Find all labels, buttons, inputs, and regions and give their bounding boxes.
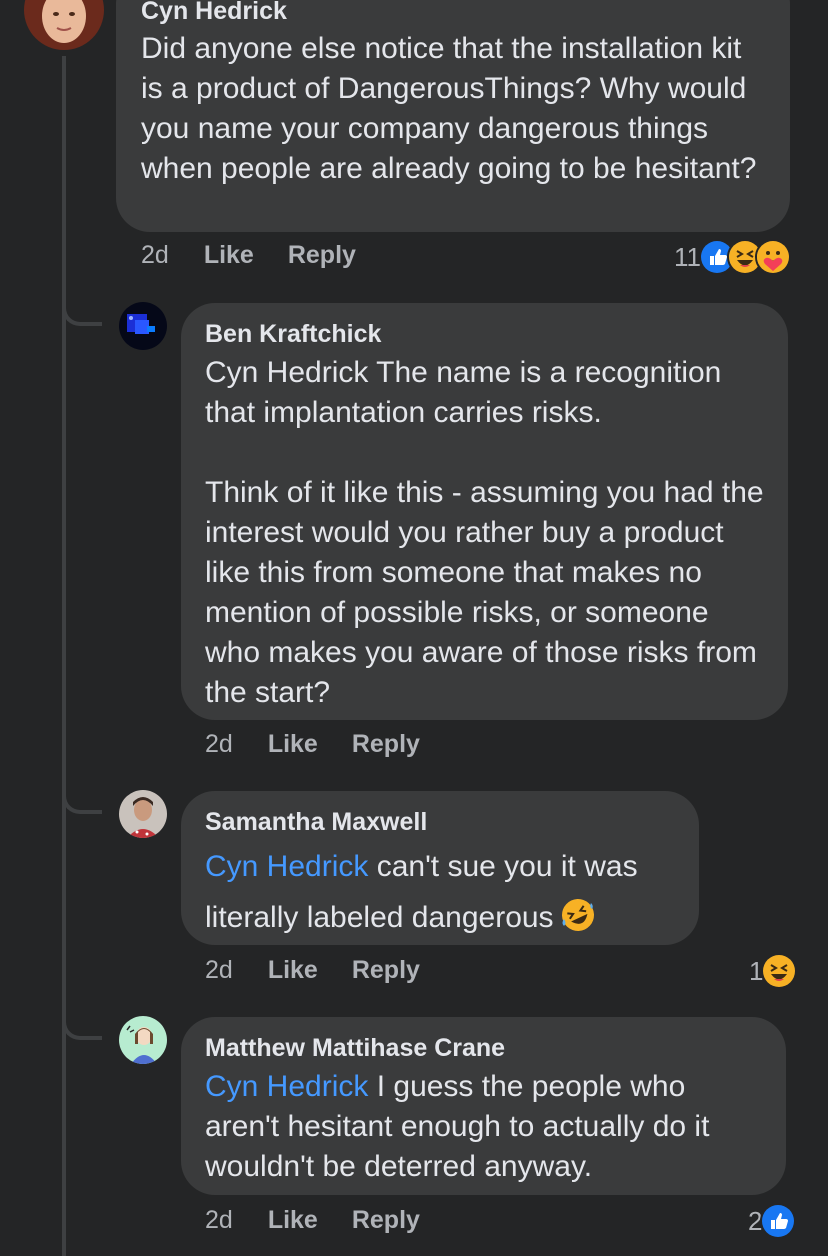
- comment-actions: 2d Like Reply: [141, 241, 356, 270]
- reply-bubble: Samantha Maxwell Cyn Hedrick can't sue y…: [181, 791, 699, 945]
- thread-branch: [62, 300, 102, 326]
- like-button[interactable]: Like: [268, 956, 318, 985]
- reply-timestamp[interactable]: 2d: [205, 1206, 233, 1235]
- reply-timestamp[interactable]: 2d: [205, 730, 233, 759]
- avatar[interactable]: [119, 302, 167, 350]
- mention-link[interactable]: Cyn Hedrick: [205, 1070, 368, 1103]
- mention-link[interactable]: Cyn Hedrick: [205, 850, 368, 883]
- reply-button[interactable]: Reply: [288, 241, 356, 270]
- reply-text: Cyn Hedrick can't sue you it was literal…: [205, 841, 679, 949]
- comment-bubble: Cyn Hedrick Did anyone else notice that …: [116, 0, 790, 232]
- comment-author[interactable]: Cyn Hedrick: [141, 0, 764, 26]
- reply-actions: 2d Like Reply: [205, 956, 420, 985]
- reply-timestamp[interactable]: 2d: [205, 956, 233, 985]
- like-icon: [760, 1203, 797, 1239]
- like-button[interactable]: Like: [268, 1206, 318, 1235]
- reply-text: Cyn Hedrick The name is a recognition th…: [205, 356, 764, 709]
- reaction-count: 11: [674, 241, 701, 272]
- reply-author[interactable]: Matthew Mattihase Crane: [205, 1033, 766, 1063]
- reply-actions: 2d Like Reply: [205, 730, 420, 759]
- reply-text: Cyn Hedrick I guess the people who aren'…: [205, 1067, 766, 1187]
- rolling-on-floor-laughing-emoji: [560, 897, 596, 949]
- reply-actions: 2d Like Reply: [205, 1206, 420, 1235]
- haha-icon: [761, 953, 798, 989]
- reaction-summary[interactable]: 11: [674, 239, 791, 275]
- thread-line: [62, 56, 66, 1256]
- thread-branch: [62, 1014, 102, 1040]
- reply-author[interactable]: Ben Kraftchick: [205, 319, 768, 349]
- like-button[interactable]: Like: [204, 241, 254, 270]
- reply-bubble: Ben Kraftchick Cyn Hedrick The name is a…: [181, 303, 788, 720]
- care-icon: [755, 239, 791, 275]
- avatar[interactable]: [119, 1016, 167, 1064]
- thread-branch: [62, 788, 102, 814]
- reply-author[interactable]: Samantha Maxwell: [205, 807, 679, 837]
- reaction-summary[interactable]: 2: [748, 1203, 797, 1239]
- comment-text: Did anyone else notice that the installa…: [141, 32, 757, 185]
- comment-timestamp[interactable]: 2d: [141, 241, 169, 270]
- like-button[interactable]: Like: [268, 730, 318, 759]
- reaction-summary[interactable]: 1: [749, 953, 798, 989]
- avatar[interactable]: [24, 0, 104, 50]
- reply-button[interactable]: Reply: [352, 730, 420, 759]
- reply-bubble: Matthew Mattihase Crane Cyn Hedrick I gu…: [181, 1017, 786, 1195]
- reply-button[interactable]: Reply: [352, 956, 420, 985]
- reply-button[interactable]: Reply: [352, 1206, 420, 1235]
- avatar[interactable]: [119, 790, 167, 838]
